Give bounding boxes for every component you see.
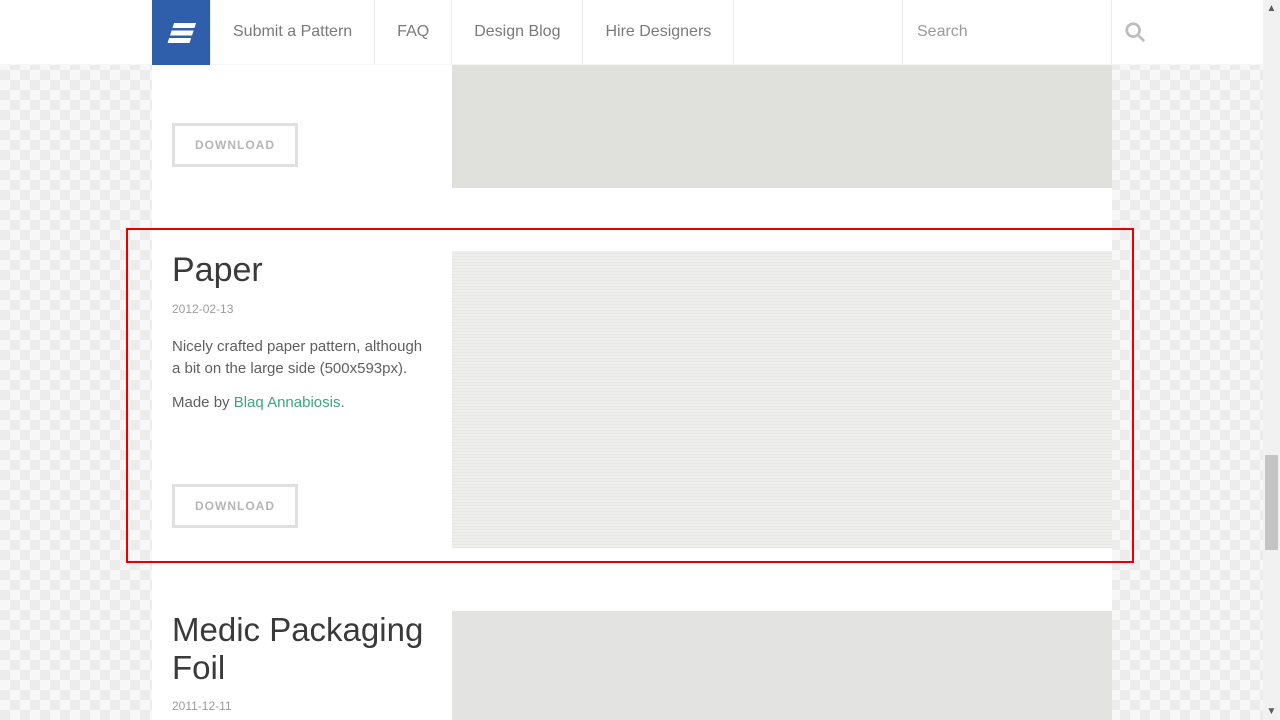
- pattern-author-link[interactable]: Blaq Annabiosis: [234, 394, 341, 411]
- pattern-description: Nicely crafted paper pattern, although a…: [172, 336, 432, 380]
- download-button[interactable]: DOWNLOAD: [172, 484, 298, 528]
- pattern-date: 2012-02-13: [172, 302, 432, 316]
- top-nav: Submit a Pattern FAQ Design Blog Hire De…: [0, 0, 1280, 65]
- scroll-up-arrow[interactable]: ▲: [1263, 0, 1280, 17]
- nav-submit-pattern[interactable]: Submit a Pattern: [210, 0, 375, 64]
- nav-design-blog[interactable]: Design Blog: [452, 0, 583, 64]
- pattern-title[interactable]: Paper: [172, 251, 432, 290]
- pattern-title[interactable]: Medic Packaging Foil: [172, 611, 432, 687]
- download-button[interactable]: DOWNLOAD: [172, 123, 298, 167]
- vertical-scrollbar[interactable]: ▲ ▼: [1263, 0, 1280, 720]
- nav-hire-designers[interactable]: Hire Designers: [583, 0, 734, 64]
- site-logo[interactable]: [152, 0, 210, 65]
- search-input[interactable]: [917, 23, 1124, 41]
- search-container: [902, 0, 1112, 64]
- pattern-madeby: Made by Blaq Annabiosis.: [172, 394, 432, 411]
- scroll-thumb[interactable]: [1265, 455, 1278, 550]
- pattern-preview: [452, 611, 1112, 720]
- pattern-date: 2011-12-11: [172, 699, 432, 713]
- pattern-card: Paper 2012-02-13 Nicely crafted paper pa…: [152, 231, 1112, 561]
- logo-icon: [165, 17, 197, 49]
- pattern-preview: [452, 251, 1112, 548]
- nav-faq[interactable]: FAQ: [375, 0, 452, 64]
- scroll-down-arrow[interactable]: ▼: [1263, 703, 1280, 720]
- madeby-prefix: Made by: [172, 394, 234, 411]
- pattern-card: Medic Packaging Foil 2011-12-11: [152, 591, 1112, 720]
